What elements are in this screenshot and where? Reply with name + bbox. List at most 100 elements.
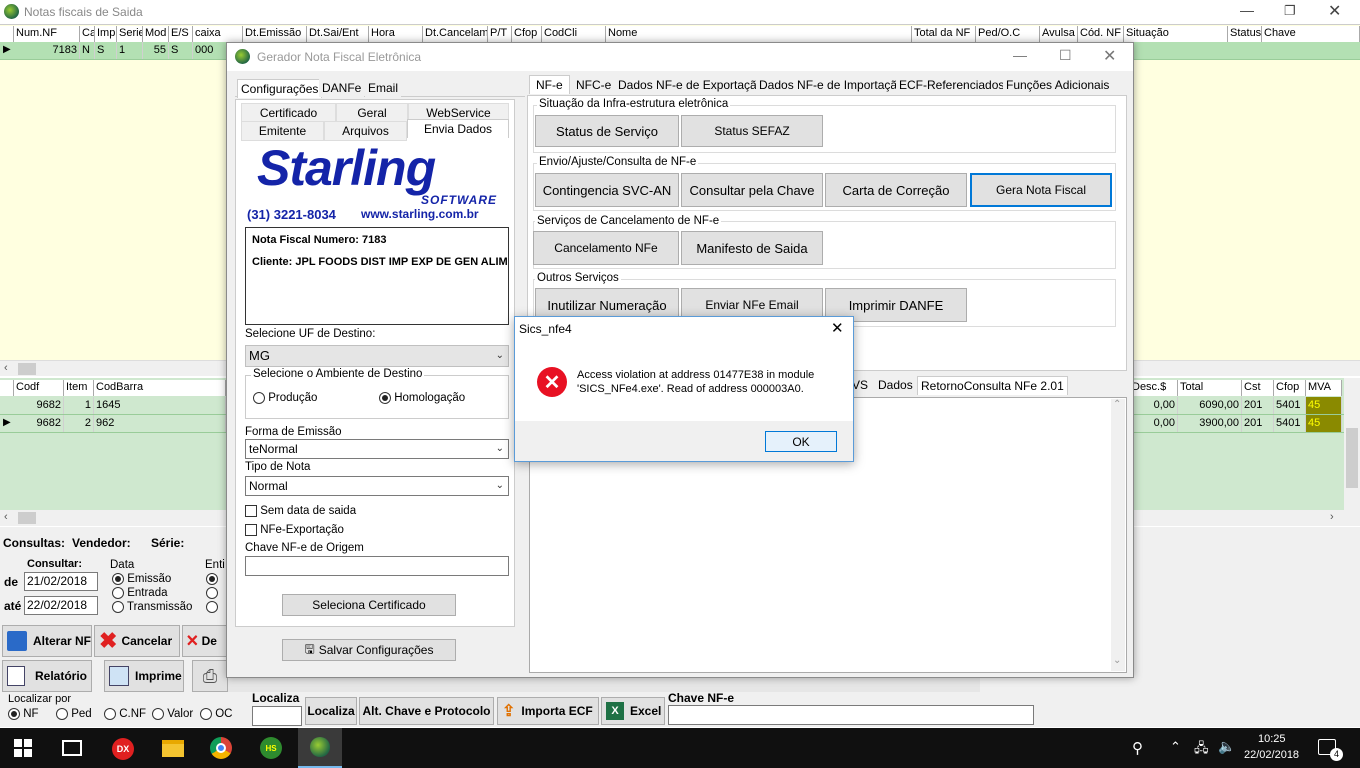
tab-retorno-consulta[interactable]: RetornoConsulta NFe 2.01 [917,376,1068,395]
col-header[interactable]: Mod [143,26,169,42]
consultar-chave-button[interactable]: Consultar pela Chave [681,173,823,207]
chave-origem-input[interactable] [245,556,509,576]
tab-danfe[interactable]: DANFe [319,79,365,97]
close-icon[interactable]: ✕ [1328,1,1341,21]
items-col-header[interactable]: Total [1178,380,1242,396]
subtab-certificado[interactable]: Certificado [241,103,336,123]
delete-button[interactable]: 🗙 De [182,625,228,657]
localiza-input[interactable] [252,706,302,726]
col-header[interactable]: Serie [117,26,143,42]
col-header[interactable]: CodCli [542,26,606,42]
carta-correcao-button[interactable]: Carta de Correção [825,173,967,207]
windows-start-icon[interactable] [14,739,32,757]
subtab-arquivos[interactable]: Arquivos [324,121,407,141]
items-col-header[interactable]: Codf [14,380,64,396]
date-to-input[interactable]: 22/02/2018 [24,596,98,615]
tab-importacao[interactable]: Dados NF-e de Importação [756,76,907,94]
tab-ecf[interactable]: ECF-Referenciados: [896,76,1011,94]
items-vscrollbar[interactable] [1344,378,1360,510]
salvar-configuracoes-button[interactable]: 🖫 Salvar Configurações [282,639,456,661]
radio-transmissao[interactable]: Transmissão [112,601,192,613]
print-button[interactable]: ⎙ [192,660,228,692]
items-col-header[interactable]: CodBarra [94,380,226,396]
tab-dados[interactable]: Dados [875,376,916,394]
dialog-close-icon[interactable]: ✕ [831,319,844,337]
alt-chave-protocolo-button[interactable]: Alt. Chave e Protocolo [359,697,494,725]
tab-nfce[interactable]: NFC-e [573,76,615,94]
excel-button[interactable]: X Excel [601,697,665,725]
col-header[interactable]: Dt.Cancelam [423,26,488,42]
gerador-maximize-icon[interactable]: ☐ [1059,47,1072,64]
items-col-header[interactable]: Cst [1242,380,1274,396]
devexpress-taskbar-icon[interactable]: DX [112,738,134,760]
gera-nota-fiscal-button[interactable]: Gera Nota Fiscal [970,173,1112,207]
radio-entidade-2[interactable] [206,587,218,600]
col-header[interactable]: Ca [80,26,95,42]
col-header[interactable]: Num.NF [14,26,80,42]
items-col-header[interactable]: Item [64,380,94,396]
items-col-header[interactable]: MVA [1306,380,1342,396]
uf-select[interactable]: MG ⌄ [245,345,509,367]
date-from-input[interactable]: 21/02/2018 [24,572,98,591]
nfe-exportacao-checkbox[interactable]: NFe-Exportação [245,524,344,536]
items-col-header[interactable]: Cfop [1274,380,1306,396]
col-header[interactable]: Imp [95,26,117,42]
log-vscrollbar[interactable]: ⌃ ⌄ [1111,399,1125,671]
seleciona-certificado-button[interactable]: Seleciona Certificado [282,594,456,616]
col-header[interactable]: Chave [1262,26,1360,42]
radio-localizar-ped[interactable]: Ped [56,708,92,720]
col-header[interactable]: Cfop [512,26,542,42]
alterar-nf-button[interactable]: Alterar NF [2,625,92,657]
radio-localizar-nf[interactable]: NF [8,708,39,720]
col-header[interactable]: Dt.Sai/Ent [307,26,369,42]
volume-icon[interactable]: 🔈 [1218,738,1235,755]
tab-funcoes[interactable]: Funções Adicionais [1003,76,1113,94]
relatorio-button[interactable]: Relatório [2,660,92,692]
ok-button[interactable]: OK [765,431,837,452]
clock-time[interactable]: 10:25 [1258,733,1286,745]
col-header[interactable]: Dt.Emissão [243,26,307,42]
col-header[interactable]: Situação [1124,26,1228,42]
radio-localizar-valor[interactable]: Valor [152,708,193,720]
chave-nfe-input[interactable] [668,705,1034,725]
col-header[interactable]: Nome [606,26,912,42]
clock-date[interactable]: 22/02/2018 [1244,749,1299,761]
radio-entrada[interactable]: Entrada [112,587,167,599]
hs-app-icon[interactable]: HS [260,737,282,759]
network-icon[interactable]: 🖧 [1194,739,1209,761]
subtab-geral[interactable]: Geral [336,103,408,123]
contingencia-button[interactable]: Contingencia SVC-AN [535,173,679,207]
sem-data-checkbox[interactable]: Sem data de saida [245,505,356,517]
minimize-icon[interactable]: — [1240,2,1254,18]
manifesto-saida-button[interactable]: Manifesto de Saida [681,231,823,265]
col-header[interactable]: Hora [369,26,423,42]
chrome-icon[interactable] [210,737,232,759]
task-view-icon[interactable] [62,740,82,756]
tab-exportacao[interactable]: Dados NF-e de Exportação [615,76,767,94]
col-header[interactable]: Status [1228,26,1262,42]
items-col-header[interactable]: Desc.$ [1130,380,1178,396]
maximize-icon[interactable]: ❐ [1284,3,1296,19]
col-header[interactable]: Avulsa [1040,26,1078,42]
importa-ecf-button[interactable]: ⇪ Importa ECF [497,697,599,725]
people-icon[interactable]: ⚲ [1132,739,1143,757]
status-servico-button[interactable]: Status de Serviço [535,115,679,147]
cancelamento-nfe-button[interactable]: Cancelamento NFe [533,231,679,265]
radio-producao[interactable]: Produção [253,392,317,404]
radio-localizar-cnf[interactable]: C.NF [104,708,146,720]
file-explorer-icon[interactable] [162,740,184,757]
tab-configuracoes[interactable]: Configurações [237,79,323,98]
radio-homologacao[interactable]: Homologação [379,392,465,404]
gerador-minimize-icon[interactable]: — [1013,47,1027,63]
radio-entidade-3[interactable] [206,601,218,614]
subtab-envia-dados[interactable]: Envia Dados [407,119,509,138]
status-sefaz-button[interactable]: Status SEFAZ [681,115,823,147]
localiza-button[interactable]: Localiza [305,697,357,725]
cancelar-button[interactable]: ✖ Cancelar [94,625,180,657]
col-header[interactable]: Cód. NF [1078,26,1124,42]
forma-select[interactable]: teNormal ⌄ [245,439,509,459]
col-header[interactable]: P/T [488,26,512,42]
radio-entidade-1[interactable] [206,573,218,586]
tab-email[interactable]: Email [365,79,402,97]
subtab-emitente[interactable]: Emitente [241,121,324,141]
